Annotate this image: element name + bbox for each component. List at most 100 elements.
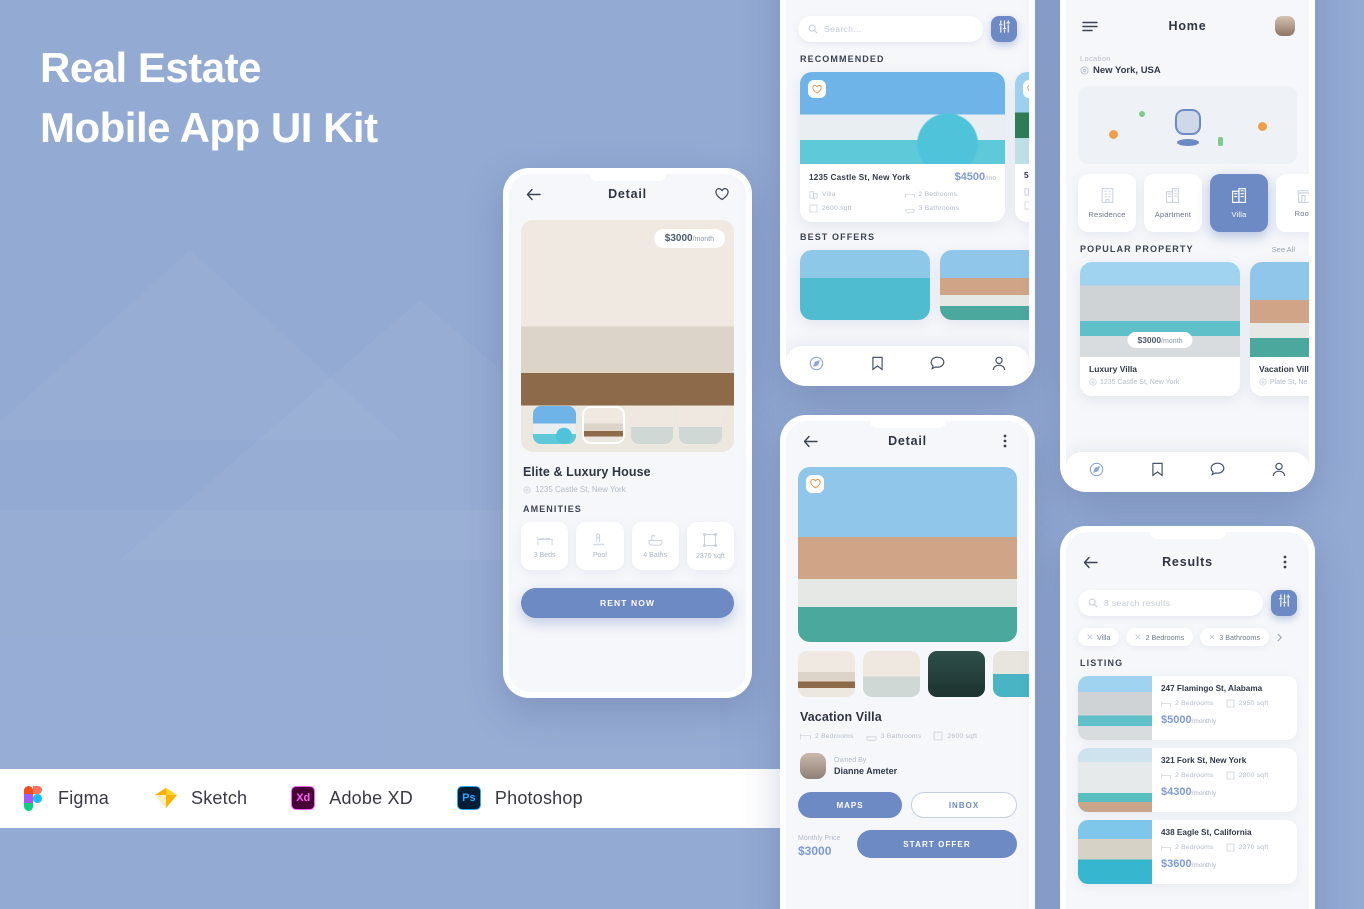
offer-card[interactable] (940, 250, 1029, 320)
tool-label: Sketch (191, 788, 248, 808)
heart-icon[interactable] (712, 184, 732, 204)
bed-icon (800, 732, 811, 740)
see-all-link[interactable]: See All (1272, 245, 1295, 254)
search-input[interactable]: Search... (798, 16, 983, 42)
detail-villa-thumbnails[interactable] (786, 642, 1029, 697)
more-vertical-icon[interactable] (1275, 552, 1295, 572)
detail-villa-hero-image[interactable] (798, 467, 1017, 642)
tab-profile[interactable] (989, 353, 1009, 373)
chevron-right-icon[interactable] (1276, 633, 1283, 642)
thumbnail-4[interactable] (679, 406, 722, 444)
hamburger-menu-icon[interactable] (1080, 16, 1100, 36)
amenity-label: 4 Baths (643, 551, 667, 559)
ps-mark: Ps (462, 791, 476, 804)
category-villa[interactable]: Villa (1210, 174, 1268, 232)
category-room[interactable]: Room (1276, 174, 1309, 232)
price-unit: /monthly (1191, 790, 1217, 797)
filter-chip-bedrooms[interactable]: 2 Bedrooms (1126, 628, 1194, 646)
tab-profile[interactable] (1269, 459, 1289, 479)
price-unit: /mo (985, 175, 996, 182)
thumbnail-1[interactable] (798, 651, 855, 697)
map-pin-green-1[interactable] (1139, 110, 1146, 117)
spec-bedrooms: 2 Bedrooms (1161, 843, 1214, 852)
thumbnail-3[interactable] (630, 406, 674, 444)
property-specs (1024, 187, 1029, 210)
map-pin-orange-1[interactable] (1108, 129, 1118, 139)
location-pin-icon (1089, 378, 1097, 386)
best-offers-cards[interactable] (786, 250, 1029, 320)
thumbnail-2[interactable] (863, 651, 920, 697)
sliders-icon (1278, 594, 1291, 612)
category-row[interactable]: Residence Apartment Villa Room (1066, 164, 1309, 232)
back-arrow-icon[interactable] (800, 431, 820, 451)
tab-bookmark[interactable] (1147, 459, 1167, 479)
maps-button[interactable]: MAPS (798, 792, 902, 818)
building-icon (809, 190, 818, 199)
spec-label: 2600 sqft (947, 732, 978, 740)
tab-explore[interactable] (806, 353, 826, 373)
recommended-cards[interactable]: 1235 Castle St, New York $4500/mo Villa … (786, 72, 1029, 222)
area-icon (1024, 201, 1029, 210)
tool-figma[interactable]: Figma (20, 785, 109, 812)
category-apartment[interactable]: Apartment (1144, 174, 1202, 232)
tab-explore[interactable] (1086, 459, 1106, 479)
spec-area (1024, 201, 1029, 210)
current-location-avatar[interactable] (1174, 109, 1201, 136)
map-pin-orange-2[interactable] (1257, 121, 1267, 131)
back-arrow-icon[interactable] (1080, 552, 1100, 572)
close-icon[interactable] (1135, 634, 1141, 640)
location-value[interactable]: New York, USA (1080, 65, 1309, 76)
thumbnail-2-selected[interactable] (581, 406, 625, 444)
search-input[interactable]: 8 search results (1078, 590, 1263, 616)
avatar[interactable] (1275, 16, 1295, 36)
listing-row[interactable]: 247 Flamingo St, Alabama 2 Bedrooms 2950… (1078, 676, 1297, 740)
inbox-button[interactable]: INBOX (911, 792, 1017, 818)
thumbnail-3[interactable] (928, 651, 985, 697)
filter-chip-villa[interactable]: Villa (1078, 628, 1120, 646)
detail-house-hero-image[interactable]: $3000/month (521, 220, 734, 452)
tool-adobe-xd[interactable]: Xd Adobe XD (291, 785, 413, 812)
map-view[interactable] (1078, 86, 1297, 164)
back-arrow-icon[interactable] (523, 184, 543, 204)
tool-sketch[interactable]: Sketch (153, 786, 247, 812)
offer-card[interactable] (800, 250, 930, 320)
property-card[interactable]: 1235 Castle St, New York $4500/mo Villa … (800, 72, 1005, 222)
start-offer-button[interactable]: START OFFER (857, 830, 1017, 858)
close-icon[interactable] (1087, 634, 1093, 640)
popular-name: Vacation Vill (1259, 364, 1309, 374)
tab-bookmark[interactable] (867, 353, 887, 373)
filter-chip-bathrooms[interactable]: 3 Bathrooms (1200, 628, 1269, 646)
building-icon (1024, 187, 1029, 196)
thumbnail-1[interactable] (533, 406, 576, 444)
listing-thumbnail (1078, 820, 1152, 884)
location-label: Location (1080, 54, 1111, 63)
villa-icon (1231, 187, 1248, 204)
popular-card[interactable]: Vacation Vill Plate St, Ne (1250, 262, 1309, 396)
price-value: $3000 (1137, 335, 1162, 345)
listing-row[interactable]: 438 Eagle St, California 2 Bedrooms 2370… (1078, 820, 1297, 884)
rent-now-button[interactable]: RENT NOW (521, 588, 734, 618)
property-card[interactable]: 541 (1015, 72, 1029, 222)
favorite-button[interactable] (1023, 80, 1029, 98)
thumbnail-4[interactable] (993, 651, 1029, 697)
category-label: Apartment (1154, 210, 1192, 219)
listing-row[interactable]: 321 Fork St, New York 2 Bedrooms 2800 sq… (1078, 748, 1297, 812)
filter-button[interactable] (1271, 590, 1297, 616)
favorite-button[interactable] (806, 475, 824, 493)
tab-chat[interactable] (928, 353, 948, 373)
map-pin-green-2[interactable] (1218, 137, 1224, 147)
price-unit: /monthly (1191, 718, 1217, 725)
popular-card[interactable]: $3000/month Luxury Villa 1235 Castle St,… (1080, 262, 1240, 396)
tab-chat[interactable] (1208, 459, 1228, 479)
more-vertical-icon[interactable] (995, 431, 1015, 451)
property-address: 1235 Castle St, New York (809, 173, 911, 182)
amenities-row: 3 Beds Pool 4 Baths 2370 sqft (509, 522, 746, 570)
filter-chips[interactable]: Villa 2 Bedrooms 3 Bathrooms (1066, 618, 1309, 646)
category-residence[interactable]: Residence (1078, 174, 1136, 232)
filter-button[interactable] (991, 16, 1017, 42)
popular-property-cards[interactable]: $3000/month Luxury Villa 1235 Castle St,… (1066, 262, 1309, 396)
address-text: 1235 Castle St, New York (535, 485, 626, 494)
tool-photoshop[interactable]: Ps Photoshop (456, 785, 583, 812)
favorite-button[interactable] (808, 80, 826, 98)
close-icon[interactable] (1209, 634, 1215, 640)
